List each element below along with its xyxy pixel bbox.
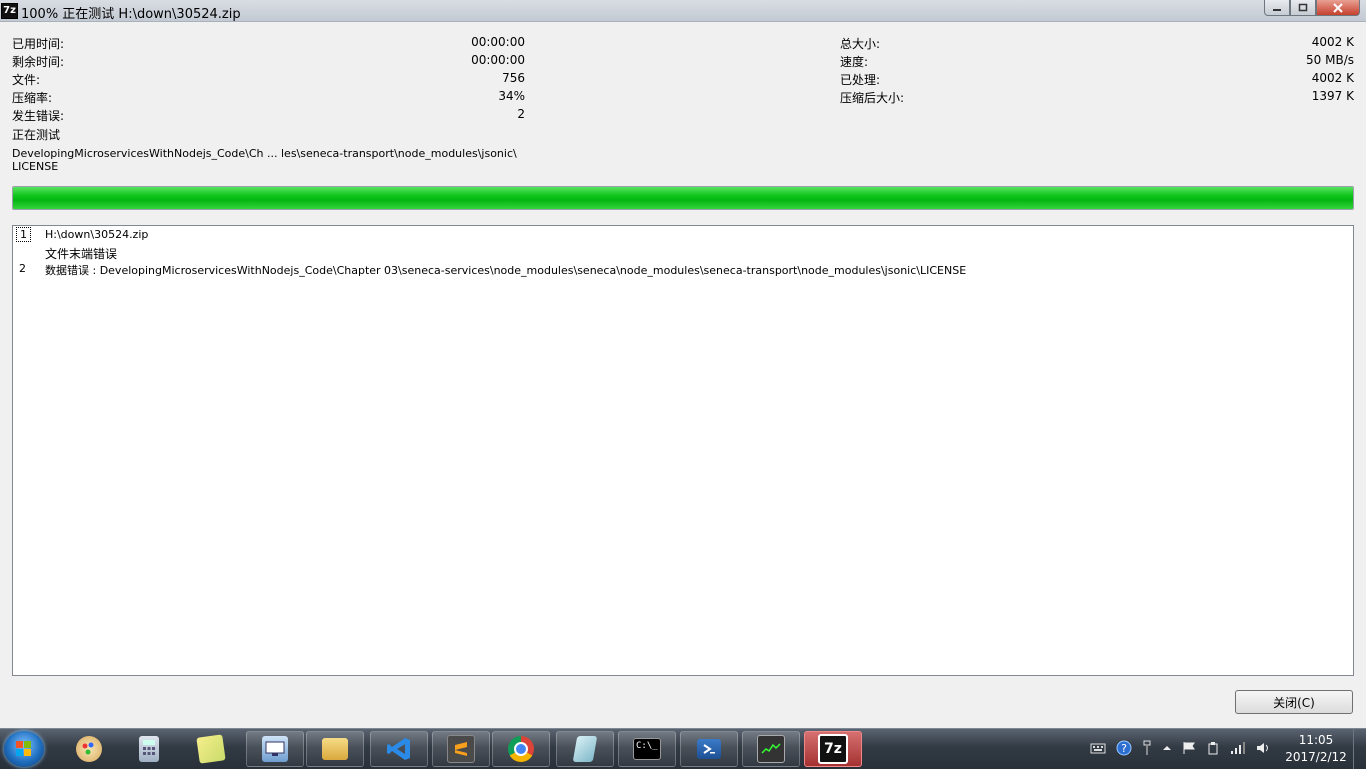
title-bar[interactable]: 7z 100% 正在测试 H:\down\30524.zip bbox=[0, 0, 1366, 22]
taskbar-file-explorer[interactable] bbox=[306, 731, 364, 767]
speed-label: 速度: bbox=[840, 55, 869, 69]
windows-logo-icon bbox=[16, 741, 32, 757]
maximize-icon bbox=[1298, 3, 1308, 12]
show-hidden-icons-icon[interactable] bbox=[1162, 742, 1172, 756]
errors-value: 2 bbox=[517, 107, 525, 121]
minimize-icon bbox=[1273, 8, 1281, 11]
remaining-time-label: 剩余时间: bbox=[12, 55, 65, 69]
paint-icon bbox=[76, 736, 102, 762]
taskbar: C:\_ 7z ? 11:05 2017/2/12 bbox=[0, 728, 1366, 769]
powershell-icon bbox=[697, 739, 721, 759]
progress-bar-fill bbox=[13, 187, 1353, 209]
taskbar-sticky-notes[interactable] bbox=[182, 731, 240, 767]
close-window-button[interactable] bbox=[1316, 0, 1360, 16]
notepad-icon bbox=[572, 736, 598, 762]
processed-label: 已处理: bbox=[840, 73, 881, 87]
task-manager-icon bbox=[757, 735, 785, 763]
visual-studio-code-icon bbox=[386, 736, 412, 762]
cmd-icon: C:\_ bbox=[633, 738, 661, 760]
taskbar-calculator[interactable] bbox=[120, 731, 178, 767]
help-icon[interactable]: ? bbox=[1116, 740, 1132, 759]
calculator-icon bbox=[139, 736, 159, 762]
maximize-button[interactable] bbox=[1290, 0, 1316, 16]
clock-date: 2017/2/12 bbox=[1285, 750, 1347, 764]
total-size-value: 4002 K bbox=[1311, 35, 1354, 49]
7zip-icon: 7z bbox=[818, 734, 848, 764]
operation-status: 正在测试 bbox=[12, 128, 61, 142]
log-row-index: 2 bbox=[19, 262, 26, 275]
keyboard-icon[interactable] bbox=[1090, 742, 1106, 757]
svg-text:?: ? bbox=[1121, 742, 1127, 755]
taskbar-sublime-text[interactable] bbox=[432, 731, 490, 767]
message-log[interactable]: 1 H:\down\30524.zip 文件末端错误 2 数据错误 : Deve… bbox=[12, 225, 1354, 676]
minimize-button[interactable] bbox=[1264, 0, 1290, 16]
remote-desktop-icon bbox=[262, 736, 288, 762]
taskbar-visual-studio-code[interactable] bbox=[370, 731, 428, 767]
log-row-index: 1 bbox=[16, 227, 31, 242]
files-value: 756 bbox=[502, 71, 525, 85]
current-file-name: LICENSE bbox=[12, 160, 59, 173]
start-button[interactable] bbox=[4, 731, 44, 767]
total-size-label: 总大小: bbox=[840, 37, 881, 51]
processed-value: 4002 K bbox=[1311, 71, 1354, 85]
speed-value: 50 MB/s bbox=[1306, 53, 1354, 67]
taskbar-paint[interactable] bbox=[60, 731, 118, 767]
sublime-text-icon bbox=[447, 735, 475, 763]
sticky-notes-icon bbox=[196, 734, 226, 764]
taskbar-cmd[interactable]: C:\_ bbox=[618, 731, 676, 767]
compression-ratio-value: 34% bbox=[498, 89, 525, 103]
progress-bar bbox=[12, 186, 1354, 210]
elapsed-time-label: 已用时间: bbox=[12, 37, 65, 51]
show-desktop-button[interactable] bbox=[1353, 729, 1366, 769]
file-explorer-icon bbox=[322, 738, 348, 760]
volume-icon[interactable] bbox=[1256, 741, 1272, 758]
log-row-text: H:\down\30524.zip bbox=[45, 228, 149, 241]
chrome-icon bbox=[508, 736, 534, 762]
system-tray: ? bbox=[1090, 729, 1272, 769]
close-button[interactable]: 关闭(C) bbox=[1235, 690, 1353, 714]
removable-device-icon[interactable] bbox=[1206, 741, 1220, 758]
taskbar-remote-desktop[interactable] bbox=[246, 731, 304, 767]
taskbar-notepad[interactable] bbox=[556, 731, 614, 767]
taskbar-clock[interactable]: 11:05 2017/2/12 bbox=[1276, 732, 1356, 766]
current-file-path: DevelopingMicroservicesWithNodejs_Code\C… bbox=[12, 147, 517, 160]
remaining-time-value: 00:00:00 bbox=[471, 53, 525, 67]
pen-input-icon[interactable] bbox=[1142, 740, 1152, 759]
taskbar-task-manager[interactable] bbox=[742, 731, 800, 767]
log-row-text: 文件末端错误 bbox=[45, 247, 118, 261]
action-center-flag-icon[interactable] bbox=[1182, 741, 1196, 758]
compression-ratio-label: 压缩率: bbox=[12, 91, 53, 105]
window-controls bbox=[1264, 0, 1360, 17]
packed-size-value: 1397 K bbox=[1311, 89, 1354, 103]
taskbar-chrome[interactable] bbox=[492, 731, 550, 767]
elapsed-time-value: 00:00:00 bbox=[471, 35, 525, 49]
taskbar-powershell[interactable] bbox=[680, 731, 738, 767]
taskbar-7zip[interactable]: 7z bbox=[804, 731, 862, 767]
log-row-text: 数据错误 : DevelopingMicroservicesWithNodejs… bbox=[45, 264, 967, 277]
7zip-app-icon[interactable]: 7z bbox=[1, 3, 18, 19]
errors-label: 发生错误: bbox=[12, 109, 65, 123]
close-icon bbox=[1333, 2, 1343, 13]
window-title: 100% 正在测试 H:\down\30524.zip bbox=[21, 7, 241, 22]
packed-size-label: 压缩后大小: bbox=[840, 91, 905, 105]
clock-time: 11:05 bbox=[1298, 733, 1334, 747]
files-label: 文件: bbox=[12, 73, 41, 87]
network-signal-icon[interactable] bbox=[1230, 741, 1246, 758]
